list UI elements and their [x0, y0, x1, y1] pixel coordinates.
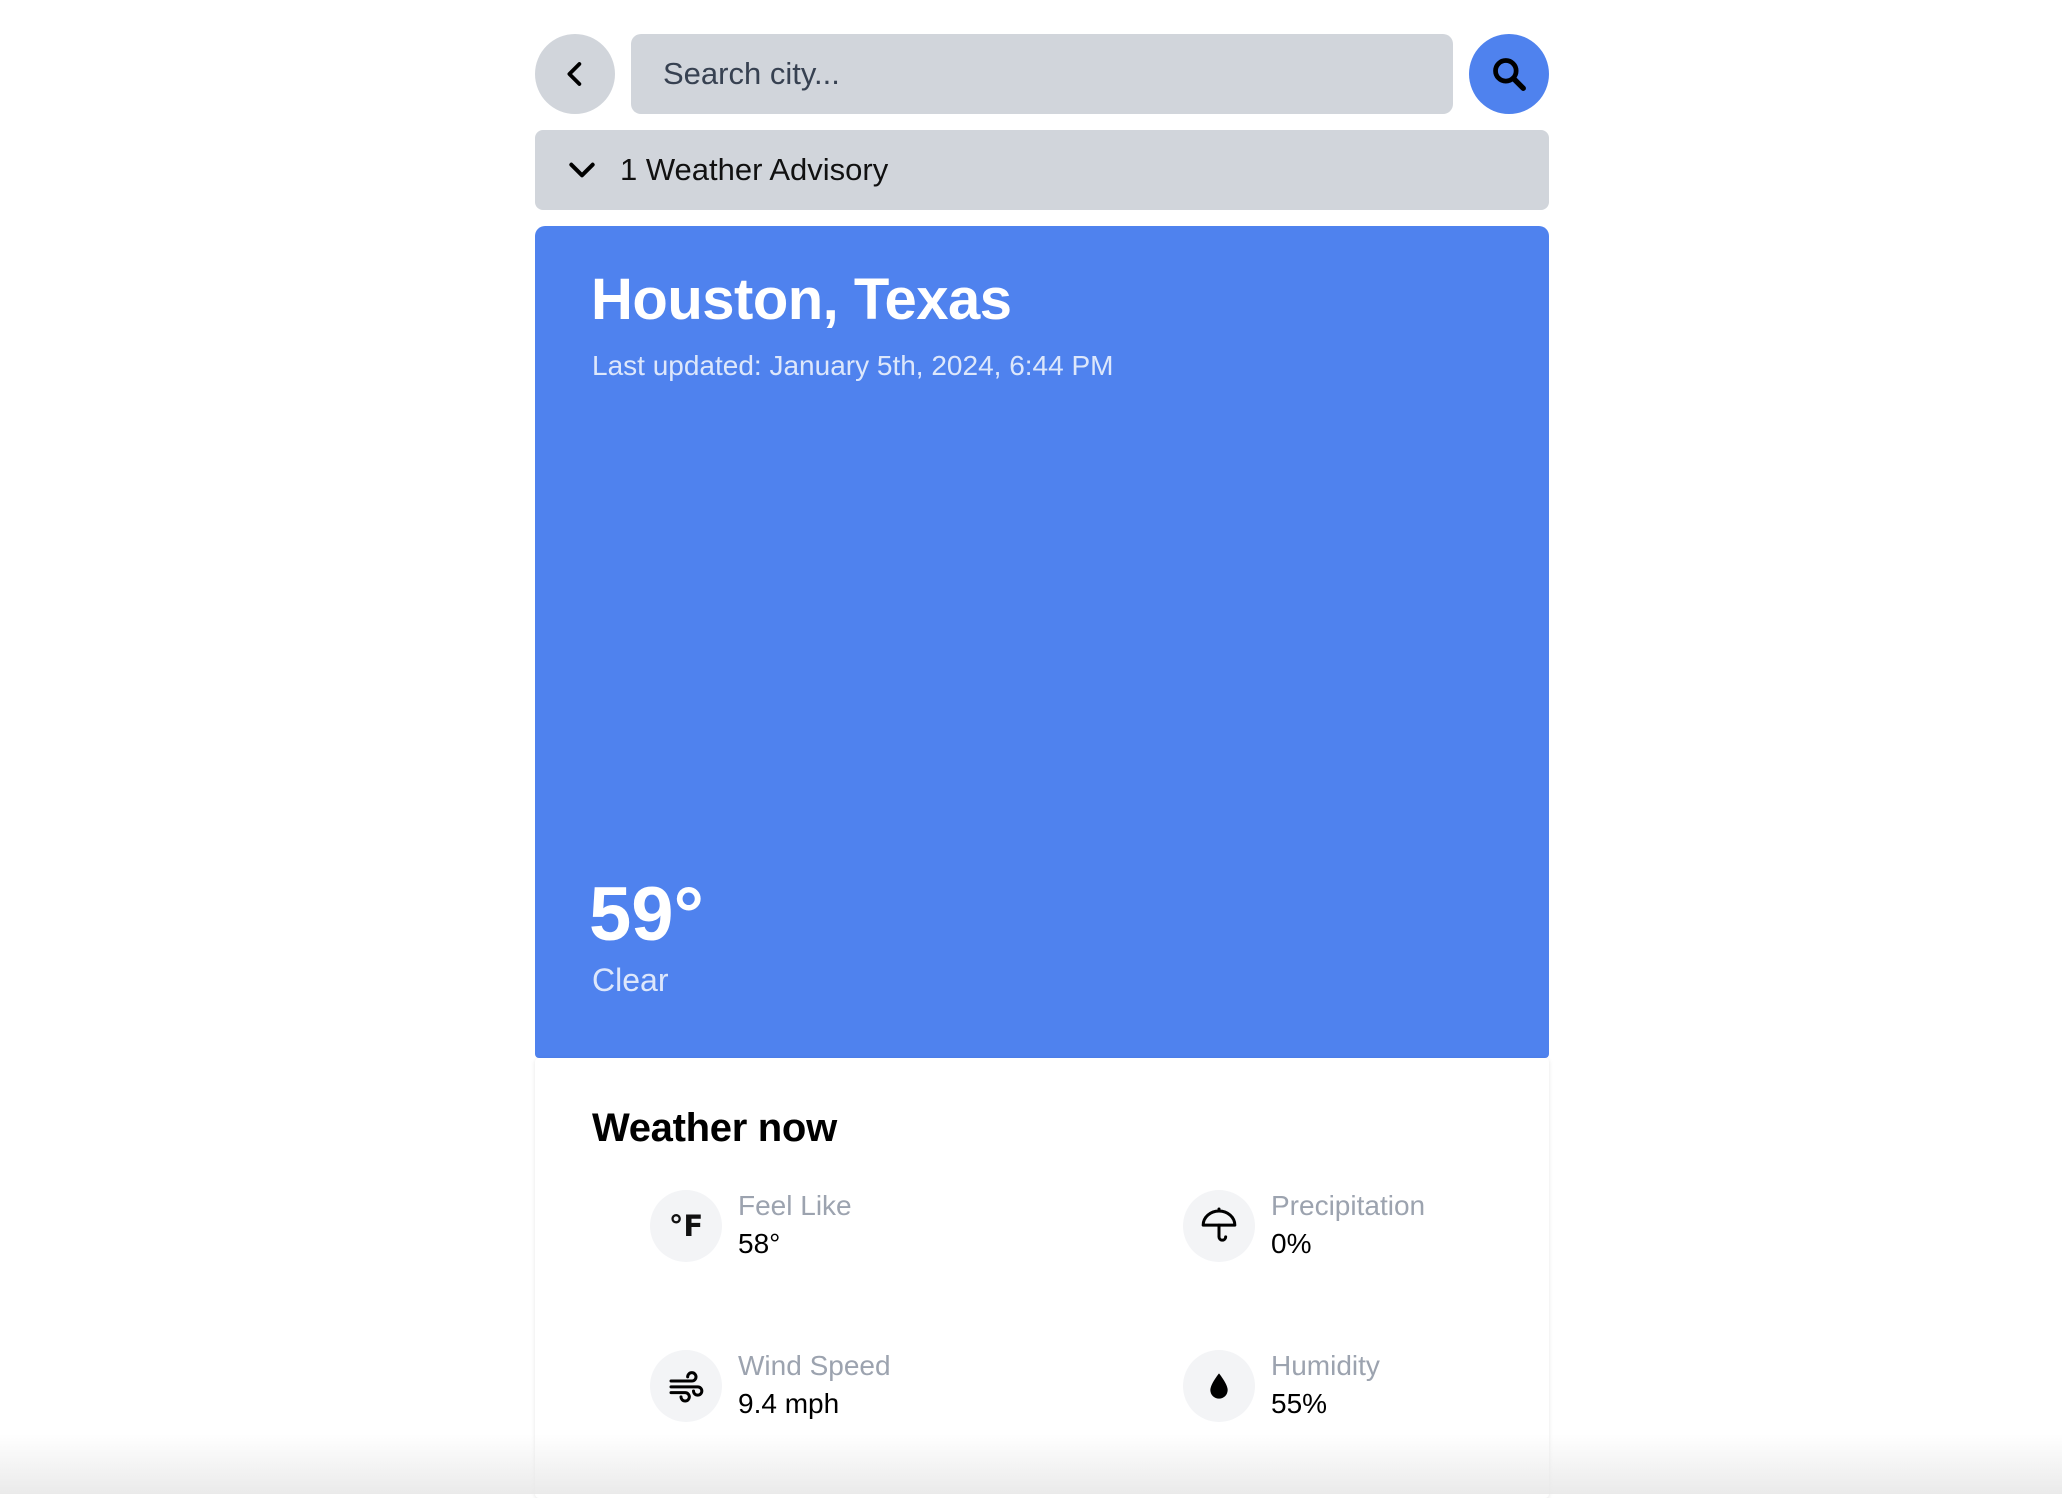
wind-icon: [650, 1350, 722, 1422]
search-icon: [1493, 58, 1526, 91]
metric-value: 58°: [738, 1228, 781, 1259]
city-name: Houston, Texas: [591, 267, 1012, 332]
weather-now-title: Weather now: [592, 1106, 837, 1150]
metric-label: Precipitation: [1271, 1190, 1426, 1221]
metric-feels-like: °F Feel Like 58°: [650, 1188, 852, 1264]
metric-wind-speed: Wind Speed 9.4 mph: [650, 1348, 891, 1424]
search-input[interactable]: [631, 34, 1453, 114]
metric-value: 9.4 mph: [738, 1388, 840, 1419]
metric-label: Feel Like: [738, 1190, 852, 1221]
chevron-left-icon: [567, 62, 582, 86]
metric-humidity-text: Humidity 55%: [1271, 1348, 1380, 1424]
search-button[interactable]: [1469, 34, 1549, 114]
metric-label: Wind Speed: [738, 1350, 891, 1381]
metric-wind-speed-text: Wind Speed 9.4 mph: [738, 1348, 891, 1424]
fahrenheit-icon: °F: [650, 1190, 722, 1262]
metric-label: Humidity: [1271, 1350, 1380, 1381]
metric-humidity: Humidity 55%: [1183, 1348, 1380, 1424]
advisory-label: 1 Weather Advisory: [620, 152, 889, 187]
droplet-icon: [1183, 1350, 1255, 1422]
metric-value: 0%: [1271, 1228, 1312, 1259]
metric-feels-like-text: Feel Like 58°: [738, 1188, 852, 1264]
weather-now-card: Weather now °F Feel Like 58° Precipitati…: [535, 1058, 1549, 1498]
metric-precipitation: Precipitation 0%: [1183, 1188, 1425, 1264]
metric-precipitation-text: Precipitation 0%: [1271, 1188, 1425, 1264]
top-bar: [535, 34, 1549, 114]
weather-advisory-toggle[interactable]: 1 Weather Advisory: [535, 130, 1549, 210]
current-weather-card: Houston, Texas Last updated: January 5th…: [535, 226, 1549, 1058]
last-updated: Last updated: January 5th, 2024, 6:44 PM: [592, 350, 1114, 381]
umbrella-icon: [1183, 1190, 1255, 1262]
back-button[interactable]: [535, 34, 615, 114]
current-temperature: 59°: [589, 872, 704, 957]
weather-app: 1 Weather Advisory Houston, Texas Last u…: [535, 34, 1549, 1498]
current-condition: Clear: [592, 962, 669, 998]
chevron-down-icon: [569, 162, 595, 178]
metric-value: 55%: [1271, 1388, 1328, 1419]
